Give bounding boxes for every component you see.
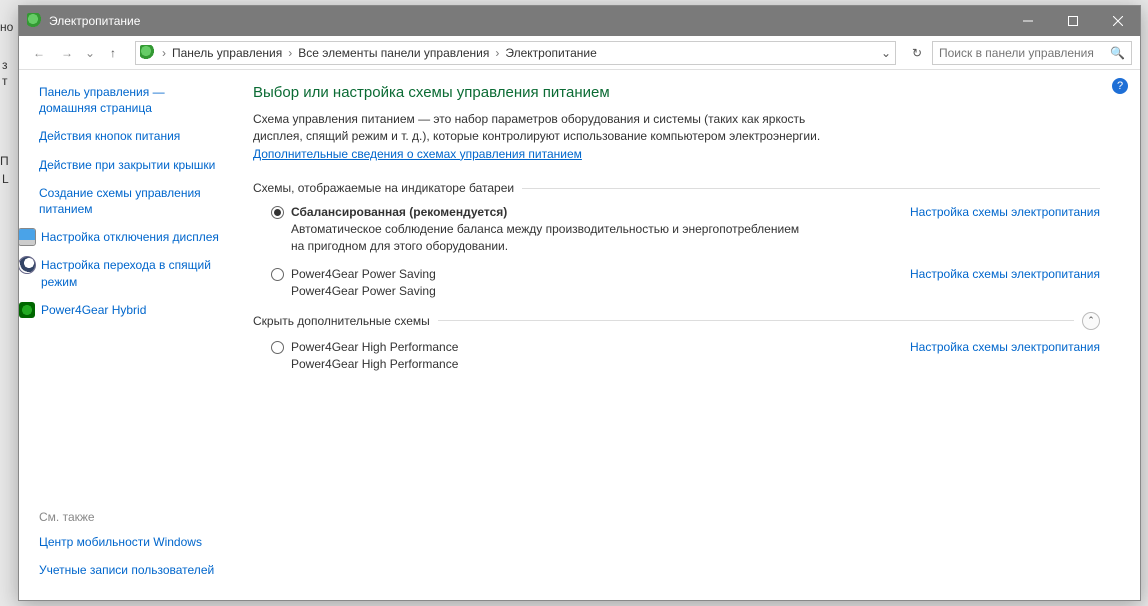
radio-highperf[interactable] (271, 341, 284, 354)
see-also-label: См. также (39, 510, 223, 524)
plan-row-highperf[interactable]: Power4Gear High Performance Настройка сх… (271, 340, 1100, 354)
sidebar-link-create-plan[interactable]: Создание схемы управления питанием (39, 185, 223, 217)
plan-settings-link[interactable]: Настройка схемы электропитания (910, 267, 1100, 281)
sidebar-item-label: Power4Gear Hybrid (41, 302, 146, 318)
chevron-right-icon[interactable]: › (160, 46, 168, 60)
divider (522, 188, 1100, 189)
learn-more-link[interactable]: Дополнительные сведения о схемах управле… (253, 147, 582, 161)
plan-row-balanced[interactable]: Сбалансированная (рекомендуется) Настрой… (271, 205, 1100, 219)
power-options-window: Электропитание ← → ⌄ ↑ › Панель управлен… (18, 5, 1141, 601)
plan-row-powersaving[interactable]: Power4Gear Power Saving Настройка схемы … (271, 267, 1100, 281)
sidebar-item-label: Настройка перехода в спящий режим (41, 257, 223, 289)
bg-text: но (0, 20, 13, 34)
search-box[interactable]: 🔍 (932, 41, 1132, 65)
group-battery-plans: Схемы, отображаемые на индикаторе батаре… (253, 181, 1100, 195)
content-area: ? Панель управления — домашняя страница … (19, 70, 1140, 600)
see-also-accounts[interactable]: Учетные записи пользователей (39, 562, 223, 578)
plan-desc-balanced: Автоматическое соблюдение баланса между … (291, 221, 801, 255)
divider (438, 320, 1074, 321)
bg-text: т (2, 74, 8, 88)
search-input[interactable] (939, 46, 1110, 60)
bg-text: П (0, 154, 9, 168)
navbar: ← → ⌄ ↑ › Панель управления › Все элемен… (19, 36, 1140, 70)
history-dropdown[interactable]: ⌄ (83, 41, 97, 65)
page-heading: Выбор или настройка схемы управления пит… (253, 84, 1100, 101)
breadcrumb-icon (140, 45, 156, 61)
app-icon (27, 13, 43, 29)
minimize-button[interactable] (1005, 6, 1050, 36)
description-text: Схема управления питанием — это набор па… (253, 112, 820, 143)
bg-text: L (2, 172, 9, 186)
breadcrumb-seg-1[interactable]: Панель управления (168, 46, 286, 60)
plan-name: Сбалансированная (рекомендуется) (291, 205, 507, 219)
plan-settings-link[interactable]: Настройка схемы электропитания (910, 205, 1100, 219)
search-icon[interactable]: 🔍 (1110, 46, 1125, 60)
bg-text: з (2, 58, 8, 72)
breadcrumb[interactable]: › Панель управления › Все элементы панел… (135, 41, 896, 65)
window-title: Электропитание (49, 14, 1005, 28)
sidebar-link-display-off[interactable]: Настройка отключения дисплея (19, 229, 223, 245)
chevron-right-icon[interactable]: › (286, 46, 294, 60)
titlebar[interactable]: Электропитание (19, 6, 1140, 36)
group-label-text: Скрыть дополнительные схемы (253, 314, 430, 328)
page-description: Схема управления питанием — это набор па… (253, 111, 823, 163)
moon-icon (19, 257, 35, 273)
sidebar-link-lid-action[interactable]: Действие при закрытии крышки (39, 157, 223, 173)
forward-button[interactable]: → (55, 41, 79, 65)
collapse-icon[interactable]: ⌃ (1082, 312, 1100, 330)
group-additional-plans[interactable]: Скрыть дополнительные схемы ⌃ (253, 312, 1100, 330)
plan-settings-link[interactable]: Настройка схемы электропитания (910, 340, 1100, 354)
plan-desc-powersaving: Power4Gear Power Saving (291, 283, 801, 300)
close-button[interactable] (1095, 6, 1140, 36)
gear-icon (19, 302, 35, 318)
plan-name: Power4Gear Power Saving (291, 267, 436, 281)
maximize-button[interactable] (1050, 6, 1095, 36)
sidebar-link-sleep[interactable]: Настройка перехода в спящий режим (19, 257, 223, 289)
breadcrumb-dropdown-icon[interactable]: ⌄ (881, 46, 891, 60)
monitor-icon (19, 229, 35, 245)
sidebar-link-button-actions[interactable]: Действия кнопок питания (39, 128, 223, 144)
refresh-button[interactable]: ↻ (906, 46, 928, 60)
plan-desc-highperf: Power4Gear High Performance (291, 356, 801, 373)
plan-name: Power4Gear High Performance (291, 340, 458, 354)
radio-balanced[interactable] (271, 206, 284, 219)
sidebar: Панель управления — домашняя страница Де… (19, 70, 237, 600)
sidebar-item-label: Настройка отключения дисплея (41, 229, 219, 245)
sidebar-home-link[interactable]: Панель управления — домашняя страница (39, 84, 223, 116)
up-button[interactable]: ↑ (101, 41, 125, 65)
chevron-right-icon[interactable]: › (493, 46, 501, 60)
group-label-text: Схемы, отображаемые на индикаторе батаре… (253, 181, 514, 195)
breadcrumb-seg-3[interactable]: Электропитание (501, 46, 600, 60)
help-icon[interactable]: ? (1112, 78, 1128, 94)
see-also-mobility[interactable]: Центр мобильности Windows (39, 534, 223, 550)
main-panel: Выбор или настройка схемы управления пит… (237, 70, 1140, 600)
breadcrumb-seg-2[interactable]: Все элементы панели управления (294, 46, 493, 60)
radio-powersaving[interactable] (271, 268, 284, 281)
back-button[interactable]: ← (27, 41, 51, 65)
sidebar-link-power4gear[interactable]: Power4Gear Hybrid (19, 302, 223, 318)
